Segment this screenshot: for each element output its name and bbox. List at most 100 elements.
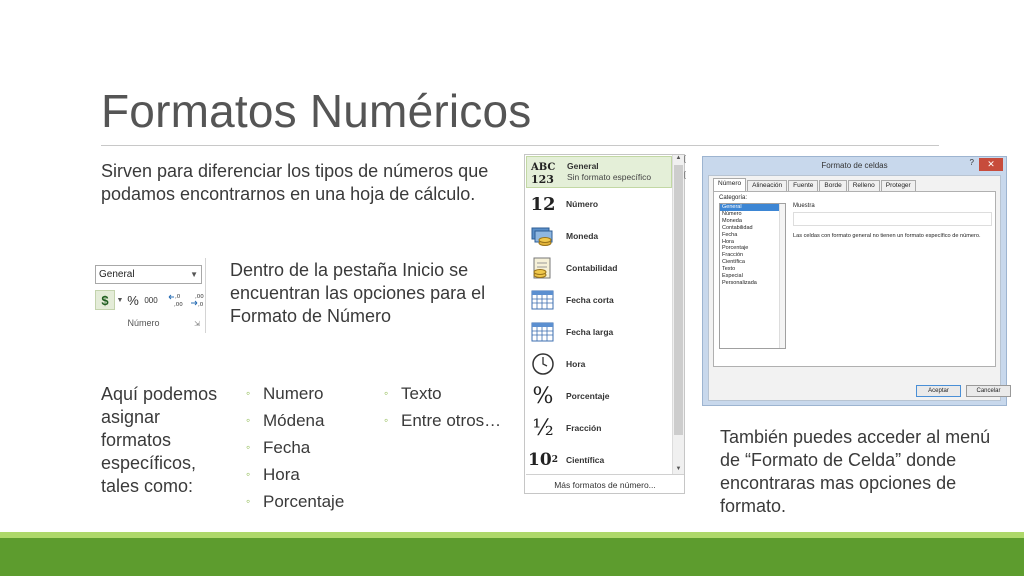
tambien-paragraph: También puedes acceder al menú de “Forma… bbox=[720, 427, 991, 516]
format-item-fecha-corta[interactable]: Fecha corta bbox=[526, 284, 672, 316]
bullet-icon: ◦ bbox=[246, 413, 251, 427]
currency-dropdown-icon[interactable]: ▼ bbox=[115, 290, 125, 310]
bullet-icon: ◦ bbox=[246, 494, 251, 508]
category-scrollbar[interactable] bbox=[779, 204, 785, 348]
list-item: ◦ Hora bbox=[246, 461, 344, 488]
inicio-paragraph: Dentro de la pestaña Inicio se encuentra… bbox=[230, 260, 486, 326]
scientific-icon: 10 2 bbox=[528, 450, 558, 470]
tab-relleno[interactable]: Relleno bbox=[847, 180, 880, 191]
tab-alineacion[interactable]: Alineación bbox=[747, 180, 788, 191]
number-format-dropdown: ABC 123 General Sin formato específico 12 … bbox=[524, 154, 685, 494]
sample-box bbox=[793, 212, 992, 226]
format-item-label: Porcentaje bbox=[566, 390, 610, 401]
format-item-porcentaje[interactable]: % Porcentaje bbox=[526, 380, 672, 412]
format-bullets-col1: ◦ Numero ◦ Módena ◦ Fecha ◦ Hora ◦ Porcentaje bbox=[246, 380, 344, 515]
decrease-decimal-icon: ,00 ,0 bbox=[191, 294, 204, 307]
svg-text:,00: ,00 bbox=[174, 302, 183, 307]
list-item: ◦ Texto bbox=[384, 380, 501, 407]
list-item[interactable]: Fecha bbox=[720, 232, 785, 239]
bullet-icon: ◦ bbox=[384, 386, 389, 400]
ok-button[interactable]: Aceptar bbox=[916, 385, 961, 397]
calendar-icon bbox=[526, 317, 560, 347]
thousands-icon: 000 bbox=[144, 295, 158, 305]
list-item[interactable]: General bbox=[720, 204, 785, 211]
number-format-buttons: $ ▼ % 000 ,0 ,00 ,00 ,0 bbox=[95, 290, 207, 310]
list-item[interactable]: Número bbox=[720, 211, 785, 218]
dropdown-scrollbar[interactable]: ▲ ▼ bbox=[672, 155, 684, 475]
close-icon[interactable]: ✕ bbox=[979, 158, 1003, 171]
list-item: ◦ Numero bbox=[246, 380, 344, 407]
tab-panel-numero: Categoría: General Número Moneda Contabi… bbox=[713, 191, 996, 367]
scroll-up-icon[interactable]: ▲ bbox=[673, 155, 684, 165]
dialog-launcher-icon[interactable]: ⇲ bbox=[194, 320, 200, 328]
format-item-numero[interactable]: 12 Número bbox=[526, 188, 672, 220]
format-item-cientifica[interactable]: 10 2 Científica bbox=[526, 444, 672, 476]
money-icon bbox=[526, 221, 560, 251]
format-item-sublabel: Sin formato específico bbox=[567, 172, 652, 182]
percent-icon: % bbox=[127, 292, 139, 308]
list-item: ◦ Porcentaje bbox=[246, 488, 344, 515]
tab-numero[interactable]: Número bbox=[713, 178, 747, 191]
bullet-icon: ◦ bbox=[384, 413, 389, 427]
currency-button[interactable]: $ bbox=[95, 290, 115, 310]
dialog-body: Número Alineación Fuente Borde Relleno P… bbox=[708, 175, 1011, 401]
list-item[interactable]: Porcentaje bbox=[720, 245, 785, 252]
help-icon[interactable]: ? bbox=[970, 158, 974, 167]
svg-text:,00: ,00 bbox=[195, 294, 204, 300]
dialog-tabs: Número Alineación Fuente Borde Relleno P… bbox=[713, 178, 917, 191]
bullet-icon: ◦ bbox=[246, 386, 251, 400]
format-item-fecha-larga[interactable]: Fecha larga bbox=[526, 316, 672, 348]
bullet-icon: ◦ bbox=[246, 467, 251, 481]
format-item-contabilidad[interactable]: Contabilidad bbox=[526, 252, 672, 284]
format-item-label: Número bbox=[566, 198, 599, 209]
scrollbar-thumb[interactable] bbox=[674, 165, 683, 435]
format-item-general[interactable]: ABC 123 General Sin formato específico bbox=[526, 156, 672, 188]
format-item-label: Moneda bbox=[566, 230, 599, 241]
number-format-select[interactable]: General ▼ bbox=[95, 265, 202, 284]
intro-paragraph: Sirven para diferenciar los tipos de núm… bbox=[101, 161, 489, 204]
format-item-hora[interactable]: Hora bbox=[526, 348, 672, 380]
list-item[interactable]: Contabilidad bbox=[720, 225, 785, 232]
list-item: ◦ Fecha bbox=[246, 434, 344, 461]
more-number-formats-link[interactable]: Más formatos de número... bbox=[526, 474, 684, 494]
format-item-fraccion[interactable]: ½ Fracción bbox=[526, 412, 672, 444]
dialog-title: Formato de celdas bbox=[821, 161, 888, 170]
format-item-label: Fecha larga bbox=[566, 326, 614, 337]
category-list[interactable]: General Número Moneda Contabilidad Fecha… bbox=[719, 203, 786, 349]
list-item[interactable]: Texto bbox=[720, 266, 785, 273]
cancel-button[interactable]: Cancelar bbox=[966, 385, 1011, 397]
clock-icon bbox=[526, 349, 560, 379]
decrease-decimal-button[interactable]: ,00 ,0 bbox=[187, 290, 207, 310]
thousands-separator-button[interactable]: 000 bbox=[141, 290, 161, 310]
sample-label: Muestra bbox=[793, 203, 815, 209]
svg-text:,0: ,0 bbox=[175, 294, 181, 300]
svg-text:ABC: ABC bbox=[530, 162, 555, 173]
tab-fuente[interactable]: Fuente bbox=[788, 180, 819, 191]
list-item[interactable]: Científica bbox=[720, 259, 785, 266]
percent-icon: % bbox=[532, 383, 554, 409]
fraction-icon: ½ bbox=[532, 415, 554, 441]
number-format-select-value: General bbox=[99, 269, 135, 280]
list-item[interactable]: Personalizada bbox=[720, 280, 785, 287]
tab-borde[interactable]: Borde bbox=[819, 180, 847, 191]
format-item-moneda[interactable]: Moneda bbox=[526, 220, 672, 252]
svg-text:123: 123 bbox=[531, 173, 554, 185]
format-bullets-col2: ◦ Texto ◦ Entre otros… bbox=[384, 380, 501, 434]
list-item[interactable]: Hora bbox=[720, 239, 785, 246]
aqui-paragraph: Aquí podemos asignar formatos específico… bbox=[101, 384, 218, 496]
calendar-icon bbox=[526, 285, 560, 315]
tab-proteger[interactable]: Proteger bbox=[880, 180, 916, 191]
currency-icon: $ bbox=[101, 292, 109, 308]
increase-decimal-button[interactable]: ,0 ,00 bbox=[165, 290, 187, 310]
sheet-edge: [ [ bbox=[684, 156, 686, 179]
list-item[interactable]: Moneda bbox=[720, 218, 785, 225]
chevron-down-icon: ▼ bbox=[190, 270, 198, 279]
percent-button[interactable]: % bbox=[125, 290, 141, 310]
slide-title: Formatos Numéricos bbox=[101, 85, 532, 137]
accounting-icon bbox=[526, 253, 560, 283]
format-item-label: Contabilidad bbox=[566, 262, 618, 273]
number-group-caption: Número bbox=[127, 318, 160, 328]
format-item-label: Hora bbox=[566, 358, 586, 369]
list-item[interactable]: Fracción bbox=[720, 252, 785, 259]
list-item[interactable]: Especial bbox=[720, 273, 785, 280]
